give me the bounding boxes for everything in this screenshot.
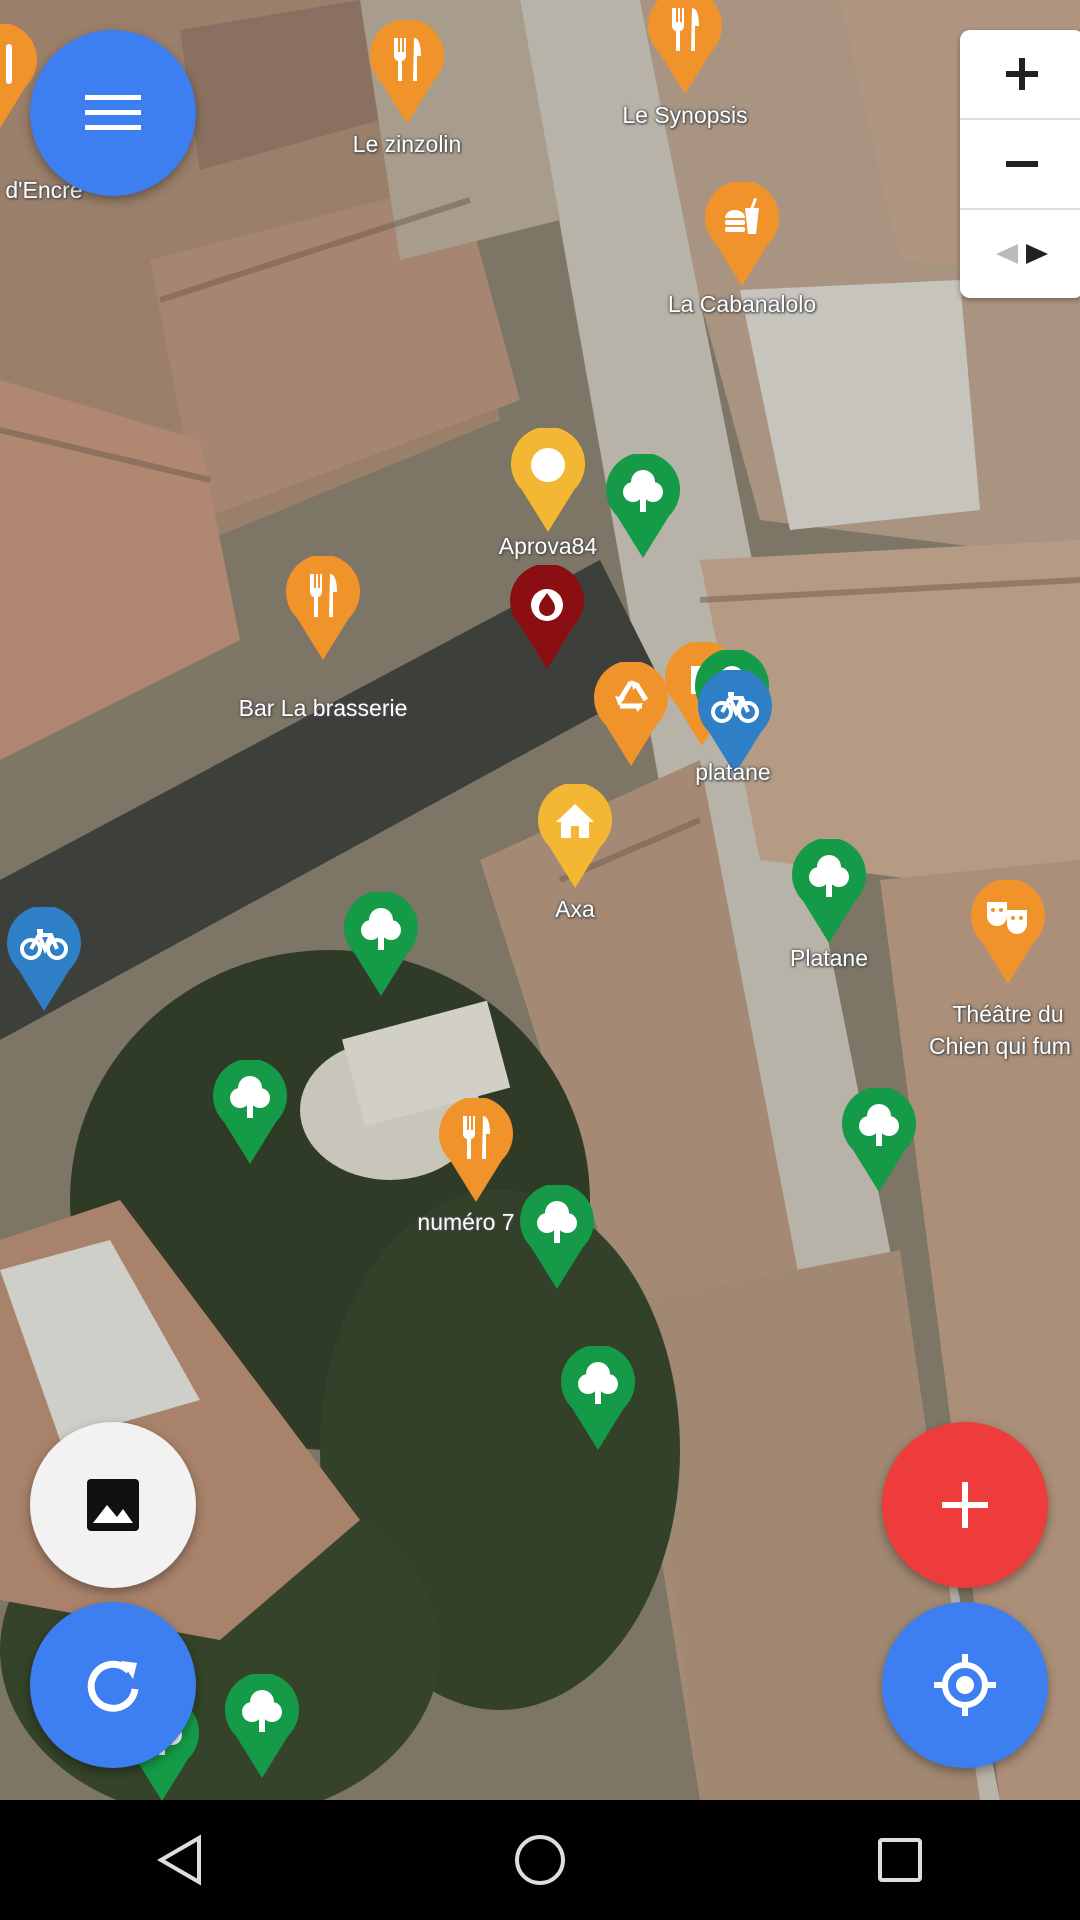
back-button[interactable] bbox=[120, 1800, 240, 1920]
minus-icon bbox=[1006, 161, 1038, 167]
tree-marker[interactable] bbox=[842, 1088, 916, 1194]
poi-label: Chien qui fum bbox=[929, 1033, 1071, 1059]
restaurant-marker[interactable] bbox=[370, 20, 444, 126]
plus-icon bbox=[1006, 58, 1038, 90]
layers-button[interactable] bbox=[30, 1422, 196, 1588]
bicycle-parking-marker[interactable] bbox=[7, 907, 81, 1013]
office-marker[interactable] bbox=[538, 784, 612, 890]
recycling-marker[interactable] bbox=[594, 662, 668, 768]
poi-label: Bar La brasserie bbox=[238, 695, 408, 721]
compass-arrows-icon bbox=[996, 244, 1048, 264]
locate-me-button[interactable] bbox=[882, 1602, 1048, 1768]
restaurant-marker[interactable] bbox=[439, 1098, 513, 1204]
zoom-in-button[interactable] bbox=[960, 30, 1080, 120]
system-navigation-bar bbox=[0, 1800, 1080, 1920]
tree-marker[interactable] bbox=[561, 1346, 635, 1452]
satellite-map[interactable]: d'Encre Le zinzolin Le Synopsis La Caban… bbox=[0, 0, 1080, 1800]
recents-button[interactable] bbox=[840, 1800, 960, 1920]
theatre-marker[interactable] bbox=[971, 880, 1045, 986]
fire-hydrant-marker[interactable] bbox=[510, 565, 584, 671]
tree-marker[interactable] bbox=[344, 892, 418, 998]
tree-marker[interactable] bbox=[792, 839, 866, 945]
tree-marker[interactable] bbox=[606, 454, 680, 560]
home-icon bbox=[515, 1835, 565, 1885]
zoom-control bbox=[960, 30, 1080, 298]
refresh-button[interactable] bbox=[30, 1602, 196, 1768]
my-location-icon bbox=[934, 1654, 996, 1716]
restaurant-marker[interactable] bbox=[286, 556, 360, 662]
poi-label: Le zinzolin bbox=[352, 131, 462, 157]
recents-icon bbox=[878, 1838, 922, 1882]
poi-label: Le Synopsis bbox=[622, 102, 748, 128]
office-marker[interactable] bbox=[511, 428, 585, 534]
poi-label: Aprova84 bbox=[498, 533, 598, 559]
add-poi-button[interactable] bbox=[882, 1422, 1048, 1588]
poi-label: Axa bbox=[555, 896, 595, 922]
tree-marker[interactable] bbox=[213, 1060, 287, 1166]
tree-marker[interactable] bbox=[520, 1185, 594, 1291]
poi-label: platane bbox=[695, 759, 771, 785]
fastfood-marker[interactable] bbox=[705, 182, 779, 288]
rotate-reset-button[interactable] bbox=[960, 210, 1080, 298]
menu-button[interactable] bbox=[30, 30, 196, 196]
home-button[interactable] bbox=[480, 1800, 600, 1920]
poi-label: La Cabanalolo bbox=[667, 291, 817, 317]
poi-label: Platane bbox=[789, 945, 869, 971]
plus-icon bbox=[942, 1482, 988, 1528]
poi-label: Théâtre du bbox=[952, 1001, 1064, 1027]
image-icon bbox=[87, 1479, 139, 1531]
restaurant-marker[interactable] bbox=[648, 0, 722, 96]
poi-label: numéro 7 bbox=[417, 1209, 515, 1235]
menu-icon bbox=[85, 95, 141, 130]
refresh-icon bbox=[87, 1660, 139, 1712]
zoom-out-button[interactable] bbox=[960, 120, 1080, 210]
back-icon bbox=[157, 1834, 201, 1886]
tree-marker[interactable] bbox=[225, 1674, 299, 1780]
